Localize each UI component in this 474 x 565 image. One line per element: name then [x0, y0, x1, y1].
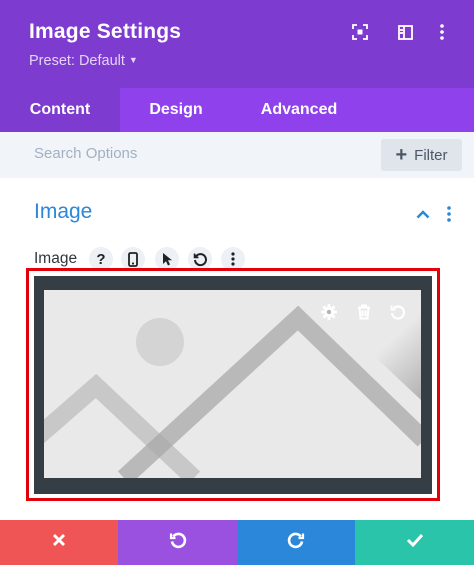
tab-bar: Content Design Advanced [0, 88, 474, 132]
preset-label: Preset: Default [29, 53, 125, 69]
plus-icon: + [395, 144, 408, 166]
focus-mode-icon[interactable] [350, 22, 370, 42]
search-input[interactable]: Search Options [34, 145, 137, 162]
check-icon [406, 533, 424, 552]
tab-advanced-label: Advanced [260, 101, 338, 118]
tab-design-label: Design [149, 101, 203, 118]
modal-title: Image Settings [29, 20, 182, 43]
chevron-up-icon[interactable] [415, 203, 431, 225]
undo-icon [169, 531, 187, 554]
filter-label: Filter [414, 146, 448, 164]
save-button[interactable] [355, 520, 474, 565]
more-vertical-icon[interactable] [441, 203, 457, 225]
tab-advanced[interactable]: Advanced [232, 88, 366, 132]
tab-content-label: Content [29, 101, 91, 118]
filter-button[interactable]: + Filter [381, 139, 462, 171]
sidebar-layout-icon[interactable] [395, 22, 415, 42]
preset-selector[interactable]: Preset: Default ▼ [29, 53, 138, 69]
redo-button[interactable] [237, 520, 355, 565]
undo-button[interactable] [118, 520, 237, 565]
more-vertical-icon[interactable] [432, 22, 452, 42]
tab-content[interactable]: Content [0, 88, 120, 132]
delete-trash-icon[interactable] [355, 303, 373, 321]
caret-down-icon: ▼ [128, 55, 138, 65]
discard-button[interactable] [0, 520, 118, 565]
reset-icon[interactable] [389, 303, 407, 321]
settings-gear-icon[interactable] [320, 303, 338, 321]
footer-bar [0, 520, 474, 565]
image-field-label: Image [34, 250, 78, 267]
close-icon [52, 533, 66, 552]
section-title[interactable]: Image [34, 200, 92, 224]
redo-icon [287, 531, 305, 554]
tab-design[interactable]: Design [120, 88, 232, 132]
modal-header: Image Settings Preset: Default ▼ [0, 0, 474, 88]
